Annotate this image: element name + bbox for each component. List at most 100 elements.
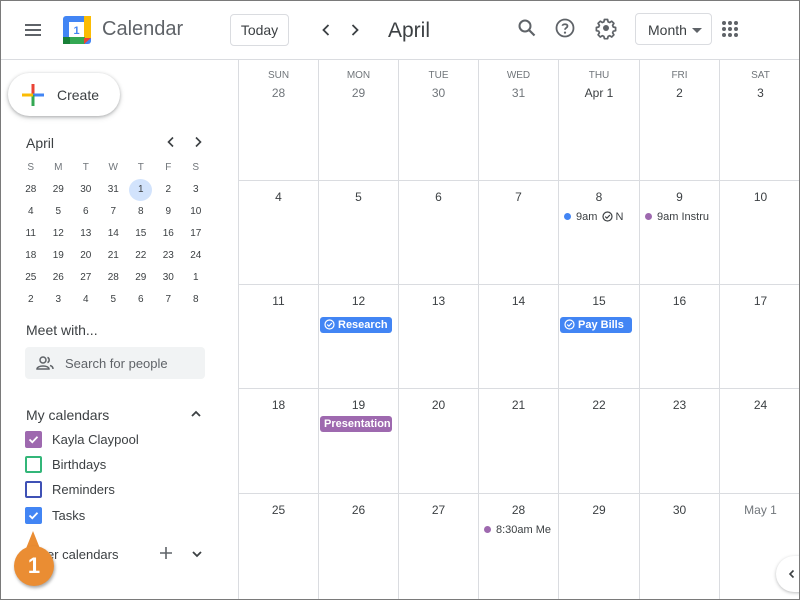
menu-icon[interactable] <box>22 21 44 39</box>
mini-day[interactable]: 23 <box>155 245 183 267</box>
day-cell[interactable]: THU Apr 1 <box>559 60 640 180</box>
event-chip[interactable]: Pay Bills <box>560 317 632 333</box>
mini-day[interactable]: 15 <box>127 223 155 245</box>
day-cell[interactable]: 7 <box>479 181 559 284</box>
day-cell[interactable]: 9 9am Instru <box>640 181 720 284</box>
mini-day[interactable]: 24 <box>182 245 210 267</box>
mini-day[interactable]: 2 <box>17 289 45 311</box>
day-cell[interactable]: 25 <box>239 494 319 600</box>
mini-day[interactable]: 18 <box>17 245 45 267</box>
calendar-item[interactable]: Reminders <box>25 479 215 501</box>
mini-day[interactable]: 29 <box>45 179 73 201</box>
mini-day[interactable]: 28 <box>17 179 45 201</box>
day-number[interactable]: 5 <box>319 190 398 204</box>
mini-day[interactable]: 11 <box>17 223 45 245</box>
mini-day[interactable]: 3 <box>45 289 73 311</box>
mini-day-today[interactable]: 1 <box>127 179 155 201</box>
day-cell[interactable]: SUN 28 <box>239 60 319 180</box>
day-number[interactable]: May 1 <box>720 503 800 517</box>
apps-grid-icon[interactable] <box>722 21 738 37</box>
day-cell[interactable]: 14 <box>479 285 559 388</box>
day-number[interactable]: 27 <box>399 503 478 517</box>
day-number[interactable]: 30 <box>399 86 478 100</box>
day-number[interactable]: 13 <box>399 294 478 308</box>
day-number[interactable]: 7 <box>479 190 558 204</box>
day-cell[interactable]: 22 <box>559 389 640 493</box>
search-icon[interactable] <box>515 16 539 40</box>
day-number[interactable]: 28 <box>479 503 558 517</box>
mini-day[interactable]: 5 <box>100 289 128 311</box>
mini-day[interactable]: 31 <box>100 179 128 201</box>
day-cell[interactable]: 18 <box>239 389 319 493</box>
day-number[interactable]: 22 <box>559 398 639 412</box>
event-item[interactable]: 8:30am Me <box>484 522 554 538</box>
checkbox-unchecked[interactable] <box>25 481 42 498</box>
day-cell[interactable]: 17 <box>720 285 800 388</box>
day-cell[interactable]: 5 <box>319 181 399 284</box>
day-number[interactable]: Apr 1 <box>559 86 639 100</box>
day-cell[interactable]: 30 <box>640 494 720 600</box>
day-number[interactable]: 2 <box>640 86 719 100</box>
day-cell[interactable]: 13 <box>399 285 479 388</box>
day-cell[interactable]: 24 <box>720 389 800 493</box>
mini-day[interactable]: 4 <box>72 289 100 311</box>
day-cell[interactable]: 23 <box>640 389 720 493</box>
mini-day[interactable]: 13 <box>72 223 100 245</box>
create-button[interactable]: Create <box>8 73 120 116</box>
calendar-item[interactable]: Kayla Claypool <box>25 429 215 451</box>
event-item[interactable]: 9am N <box>564 209 635 225</box>
day-number[interactable]: 20 <box>399 398 478 412</box>
mini-day[interactable]: 6 <box>72 201 100 223</box>
day-cell[interactable]: 10 <box>720 181 800 284</box>
day-number[interactable]: 9 <box>640 190 719 204</box>
mini-next-icon[interactable] <box>190 134 206 150</box>
mini-day[interactable]: 28 <box>100 267 128 289</box>
checkbox-unchecked[interactable] <box>25 456 42 473</box>
day-number[interactable]: 8 <box>559 190 639 204</box>
help-icon[interactable] <box>553 16 577 40</box>
view-selector[interactable]: Month <box>635 13 712 45</box>
mini-day[interactable]: 26 <box>45 267 73 289</box>
mini-day[interactable]: 9 <box>155 201 183 223</box>
day-number[interactable]: 30 <box>640 503 719 517</box>
day-cell[interactable]: MON 29 <box>319 60 399 180</box>
mini-day[interactable]: 30 <box>72 179 100 201</box>
mini-day[interactable]: 19 <box>45 245 73 267</box>
day-number[interactable]: 24 <box>720 398 800 412</box>
checkbox-checked[interactable] <box>25 507 42 524</box>
day-cell[interactable]: 6 <box>399 181 479 284</box>
day-cell[interactable]: 11 <box>239 285 319 388</box>
day-number[interactable]: 10 <box>720 190 800 204</box>
mini-day[interactable]: 17 <box>182 223 210 245</box>
chevron-up-icon[interactable] <box>189 407 203 421</box>
mini-day[interactable]: 3 <box>182 179 210 201</box>
mini-day[interactable]: 22 <box>127 245 155 267</box>
mini-day[interactable]: 6 <box>127 289 155 311</box>
day-cell[interactable]: WED 31 <box>479 60 559 180</box>
day-number[interactable]: 23 <box>640 398 719 412</box>
chevron-down-icon[interactable] <box>191 549 203 559</box>
mini-day[interactable]: 10 <box>182 201 210 223</box>
day-number[interactable]: 21 <box>479 398 558 412</box>
mini-day[interactable]: 8 <box>127 201 155 223</box>
mini-day[interactable]: 25 <box>17 267 45 289</box>
day-number[interactable]: 11 <box>239 294 318 308</box>
next-month-icon[interactable] <box>345 20 365 40</box>
day-cell[interactable]: 19 Presentation <box>319 389 399 493</box>
day-cell[interactable]: 12 Research <box>319 285 399 388</box>
event-chip[interactable]: Research <box>320 317 392 333</box>
event-chip[interactable]: Presentation <box>320 416 392 432</box>
day-number[interactable]: 31 <box>479 86 558 100</box>
prev-month-icon[interactable] <box>316 20 336 40</box>
today-button[interactable]: Today <box>230 14 289 46</box>
mini-day[interactable]: 21 <box>100 245 128 267</box>
mini-day[interactable]: 1 <box>182 267 210 289</box>
day-number[interactable]: 29 <box>559 503 639 517</box>
day-number[interactable]: 12 <box>319 294 398 308</box>
day-number[interactable]: 15 <box>559 294 639 308</box>
day-cell[interactable]: SAT 3 <box>720 60 800 180</box>
mini-day[interactable]: 16 <box>155 223 183 245</box>
checkbox-checked[interactable] <box>25 431 42 448</box>
day-cell[interactable]: 27 <box>399 494 479 600</box>
day-cell[interactable]: 28 8:30am Me <box>479 494 559 600</box>
